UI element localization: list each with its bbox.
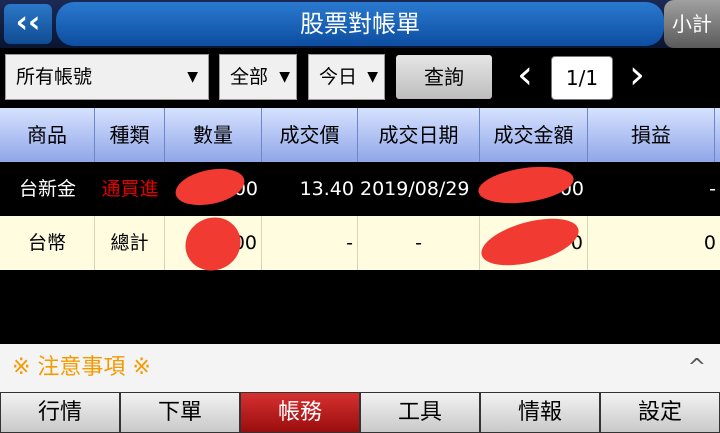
subtotal-button[interactable]: 小計 — [664, 0, 720, 48]
page-title: 股票對帳單 — [56, 2, 664, 46]
column-header-date: 成交日期 — [358, 108, 480, 162]
column-header-quantity: 數量 — [165, 108, 262, 162]
column-header-type: 種類 — [95, 108, 165, 162]
tab-quotes[interactable]: 行情 — [0, 392, 120, 433]
date-dropdown[interactable]: 今日 ▼ — [308, 54, 385, 100]
cell-price: 13.40 — [299, 178, 354, 200]
prev-page-icon[interactable]: ‹ — [510, 54, 540, 100]
cell-product: 台幣 — [0, 216, 95, 270]
cell-price: - — [262, 216, 358, 270]
cell-product: 台新金 — [18, 178, 76, 200]
double-chevron-left-icon: ‹‹ — [15, 5, 41, 40]
page-indicator: 1/1 — [551, 56, 613, 100]
cell-pnl: 0 — [703, 232, 716, 254]
cell-date: - — [358, 216, 480, 270]
column-header-pnl: 損益 — [588, 108, 715, 162]
back-button[interactable]: ‹‹ — [4, 4, 52, 44]
account-dropdown[interactable]: 所有帳號 ▼ — [5, 54, 209, 100]
table-header: 商品 種類 數量 成交價 成交日期 成交金額 損益 — [0, 108, 720, 162]
column-header-spacer — [715, 108, 720, 162]
tab-order[interactable]: 下單 — [120, 392, 240, 433]
date-value: 今日 — [319, 66, 358, 88]
chevron-up-icon[interactable]: ^ — [688, 344, 706, 392]
cell-pnl: - — [709, 178, 716, 200]
cell-type: 通買進 — [101, 178, 159, 200]
cell-type: 總計 — [95, 216, 165, 270]
tab-info[interactable]: 情報 — [480, 392, 600, 433]
table-row[interactable]: 台幣 總計 00 - - 0 0 — [0, 216, 720, 270]
tab-settings[interactable]: 設定 — [600, 392, 720, 433]
category-value: 全部 — [230, 66, 269, 88]
dropdown-arrow-icon: ▼ — [187, 69, 198, 85]
notice-title: ※ 注意事項 ※ — [12, 355, 151, 380]
cell-date: 2019/08/29 — [360, 178, 470, 200]
header-bar: ‹‹ 股票對帳單 小計 — [0, 0, 720, 48]
table-row[interactable]: 台新金 通買進 00 13.40 2019/08/29 00 - — [0, 162, 720, 216]
dropdown-arrow-icon: ▼ — [367, 69, 378, 85]
query-button[interactable]: 查詢 — [396, 55, 492, 99]
column-header-product: 商品 — [0, 108, 95, 162]
tab-tools[interactable]: 工具 — [360, 392, 480, 433]
category-dropdown[interactable]: 全部 ▼ — [219, 54, 297, 100]
filter-toolbar: 所有帳號 ▼ 全部 ▼ 今日 ▼ 查詢 ‹ 1/1 › — [0, 48, 720, 108]
dropdown-arrow-icon: ▼ — [279, 69, 290, 85]
bottom-nav: 行情 下單 帳務 工具 情報 設定 — [0, 392, 720, 433]
notice-bar[interactable]: ※ 注意事項 ※ ^ — [0, 344, 720, 392]
next-page-icon[interactable]: › — [622, 54, 652, 100]
account-value: 所有帳號 — [16, 66, 93, 88]
column-header-amount: 成交金額 — [480, 108, 588, 162]
tab-account[interactable]: 帳務 — [240, 392, 360, 433]
column-header-price: 成交價 — [262, 108, 358, 162]
